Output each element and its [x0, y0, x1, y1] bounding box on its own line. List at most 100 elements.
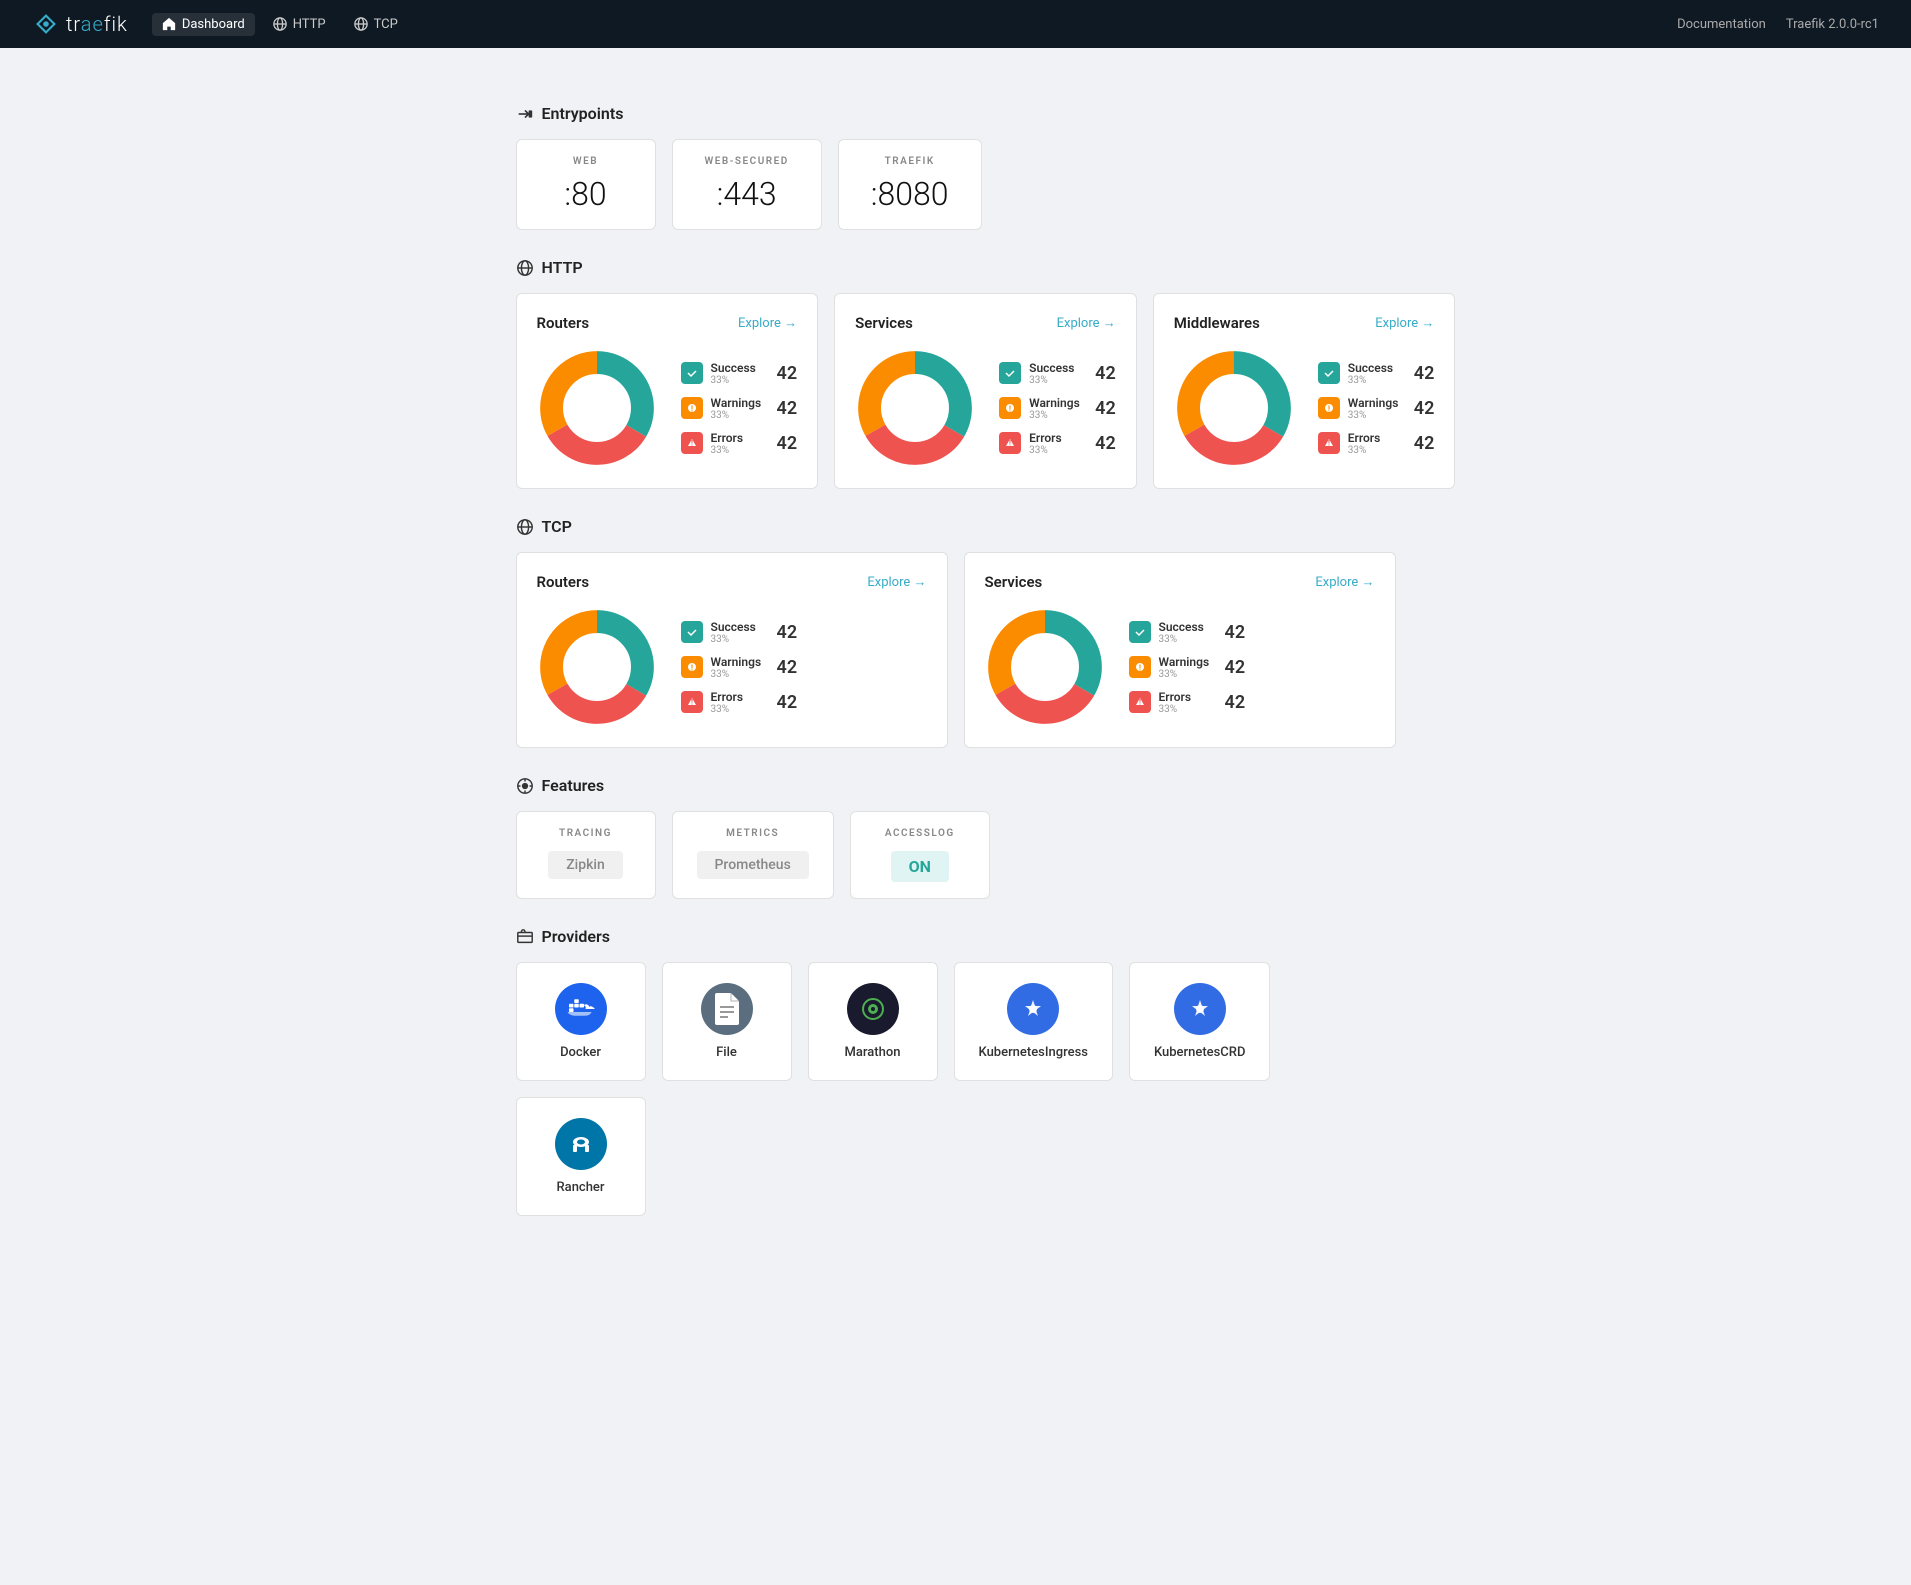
entrypoint-web: WEB :80 — [516, 139, 656, 230]
warnings-count: 42 — [769, 398, 797, 419]
tcpr-legend-warnings: ! Warnings 33% 42 — [681, 655, 798, 680]
tcp-routers-title: Routers — [537, 573, 590, 591]
svg-text:!: ! — [1009, 405, 1011, 414]
error-icon: ! — [681, 432, 703, 454]
http-routers-card: Routers Explore → — [516, 293, 819, 489]
tcps-legend-warnings: ! Warnings 33% 42 — [1129, 655, 1246, 680]
nav-links: Dashboard HTTP TCP — [152, 13, 408, 36]
svg-text:!: ! — [691, 699, 693, 707]
svg-text:!: ! — [690, 664, 692, 673]
entrypoints-grid: WEB :80 WEB-SECURED :443 TRAEFIK :8080 — [516, 139, 1396, 230]
providers-grid: Docker File — [516, 962, 1396, 1216]
tcp-title: TCP — [542, 517, 572, 536]
entrypoint-traefik-label: TRAEFIK — [871, 156, 949, 167]
feature-tracing: TRACING Zipkin — [516, 811, 656, 899]
tcpr-error-icon: ! — [681, 691, 703, 713]
tcp-cards-grid: Routers Explore → — [516, 552, 1396, 748]
http-services-explore[interactable]: Explore → — [1057, 315, 1116, 331]
features-header: Features — [516, 776, 1396, 795]
http-services-title: Services — [855, 314, 913, 332]
globe2-icon — [354, 17, 368, 31]
tcp-header: TCP — [516, 517, 1396, 536]
tcpr-warning-icon: ! — [681, 656, 703, 678]
nav-dashboard-label: Dashboard — [182, 17, 245, 32]
feature-accesslog-value: ON — [891, 851, 949, 882]
entrypoint-web-secured: WEB-SECURED :443 — [672, 139, 822, 230]
tcp-routers-explore[interactable]: Explore → — [867, 574, 926, 590]
svc-success-icon — [999, 362, 1021, 384]
success-text: Success 33% — [711, 361, 756, 386]
logo-icon — [32, 10, 60, 38]
success-icon — [681, 362, 703, 384]
nav-http-label: HTTP — [293, 17, 326, 32]
tcp-services-card: Services Explore → — [964, 552, 1396, 748]
svc-legend-errors: ! Errors 33% 42 — [999, 431, 1116, 456]
nav-tcp[interactable]: TCP — [344, 13, 408, 36]
providers-header: Providers — [516, 927, 1396, 946]
main-content: Entrypoints WEB :80 WEB-SECURED :443 TRA… — [356, 48, 1556, 1256]
svg-text:!: ! — [1328, 440, 1330, 448]
http-routers-title: Routers — [537, 314, 590, 332]
entrypoint-traefik: TRAEFIK :8080 — [838, 139, 982, 230]
nav-version: Traefik 2.0.0-rc1 — [1786, 17, 1879, 32]
success-count: 42 — [769, 363, 797, 384]
http-middlewares-card: Middlewares Explore → — [1153, 293, 1456, 489]
providers-title: Providers — [542, 927, 611, 946]
rancher-icon — [555, 1118, 607, 1170]
provider-file-name: File — [716, 1045, 737, 1060]
errors-count: 42 — [769, 433, 797, 454]
feature-metrics-label: METRICS — [697, 828, 809, 839]
http-icon — [516, 259, 534, 277]
entrypoint-web-value: :80 — [549, 175, 623, 213]
http-title: HTTP — [542, 258, 583, 277]
mw-success-icon — [1318, 362, 1340, 384]
nav-http[interactable]: HTTP — [263, 13, 336, 36]
tcpr-success-icon — [681, 621, 703, 643]
nav-docs[interactable]: Documentation — [1677, 17, 1766, 32]
legend-errors: ! Errors 33% 42 — [681, 431, 798, 456]
tcp-routers-legend: Success 33% 42 ! Warnings 33% 42 — [681, 620, 798, 715]
http-services-legend: Success 33% 42 ! Warnings 33% 42 — [999, 361, 1116, 456]
logo: traefik — [32, 10, 128, 38]
tcps-success-icon — [1129, 621, 1151, 643]
tcp-services-donut — [985, 607, 1105, 727]
nav-right: Documentation Traefik 2.0.0-rc1 — [1677, 17, 1879, 32]
tcp-services-explore[interactable]: Explore → — [1315, 574, 1374, 590]
http-routers-explore[interactable]: Explore → — [738, 315, 797, 331]
provider-k8s-ingress-name: KubernetesIngress — [979, 1045, 1088, 1060]
svc-legend-success: Success 33% 42 — [999, 361, 1116, 386]
mw-warning-icon: ! — [1318, 397, 1340, 419]
provider-docker: Docker — [516, 962, 646, 1081]
mw-error-icon: ! — [1318, 432, 1340, 454]
svc-error-icon: ! — [999, 432, 1021, 454]
entrypoints-icon — [516, 105, 534, 123]
tcps-legend-success: Success 33% 42 — [1129, 620, 1246, 645]
svg-text:!: ! — [1138, 664, 1140, 673]
features-icon — [516, 777, 534, 795]
tcpr-legend-success: Success 33% 42 — [681, 620, 798, 645]
provider-rancher-name: Rancher — [557, 1180, 605, 1195]
feature-metrics-value: Prometheus — [697, 851, 809, 879]
http-cards-grid: Routers Explore → — [516, 293, 1396, 489]
feature-tracing-value: Zipkin — [548, 851, 623, 879]
feature-tracing-label: TRACING — [541, 828, 631, 839]
http-middlewares-explore[interactable]: Explore → — [1375, 315, 1434, 331]
mw-legend-warnings: ! Warnings 33% 42 — [1318, 396, 1435, 421]
provider-file: File — [662, 962, 792, 1081]
feature-accesslog-label: ACCESSLOG — [875, 828, 965, 839]
tcps-error-icon: ! — [1129, 691, 1151, 713]
http-services-donut — [855, 348, 975, 468]
svg-text:!: ! — [690, 405, 692, 414]
tcp-services-title: Services — [985, 573, 1043, 591]
feature-accesslog: ACCESSLOG ON — [850, 811, 990, 899]
warnings-text: Warnings 33% — [711, 396, 762, 421]
tcps-legend-errors: ! Errors 33% 42 — [1129, 690, 1246, 715]
provider-k8s-ingress: KubernetesIngress — [954, 962, 1113, 1081]
tcpr-legend-errors: ! Errors 33% 42 — [681, 690, 798, 715]
file-icon — [701, 983, 753, 1035]
entrypoint-traefik-value: :8080 — [871, 175, 949, 213]
http-middlewares-legend: Success 33% 42 ! Warnings 33% 42 — [1318, 361, 1435, 456]
svc-legend-warnings: ! Warnings 33% 42 — [999, 396, 1116, 421]
nav-dashboard[interactable]: Dashboard — [152, 13, 255, 36]
tcp-services-legend: Success 33% 42 ! Warnings 33% 42 — [1129, 620, 1246, 715]
